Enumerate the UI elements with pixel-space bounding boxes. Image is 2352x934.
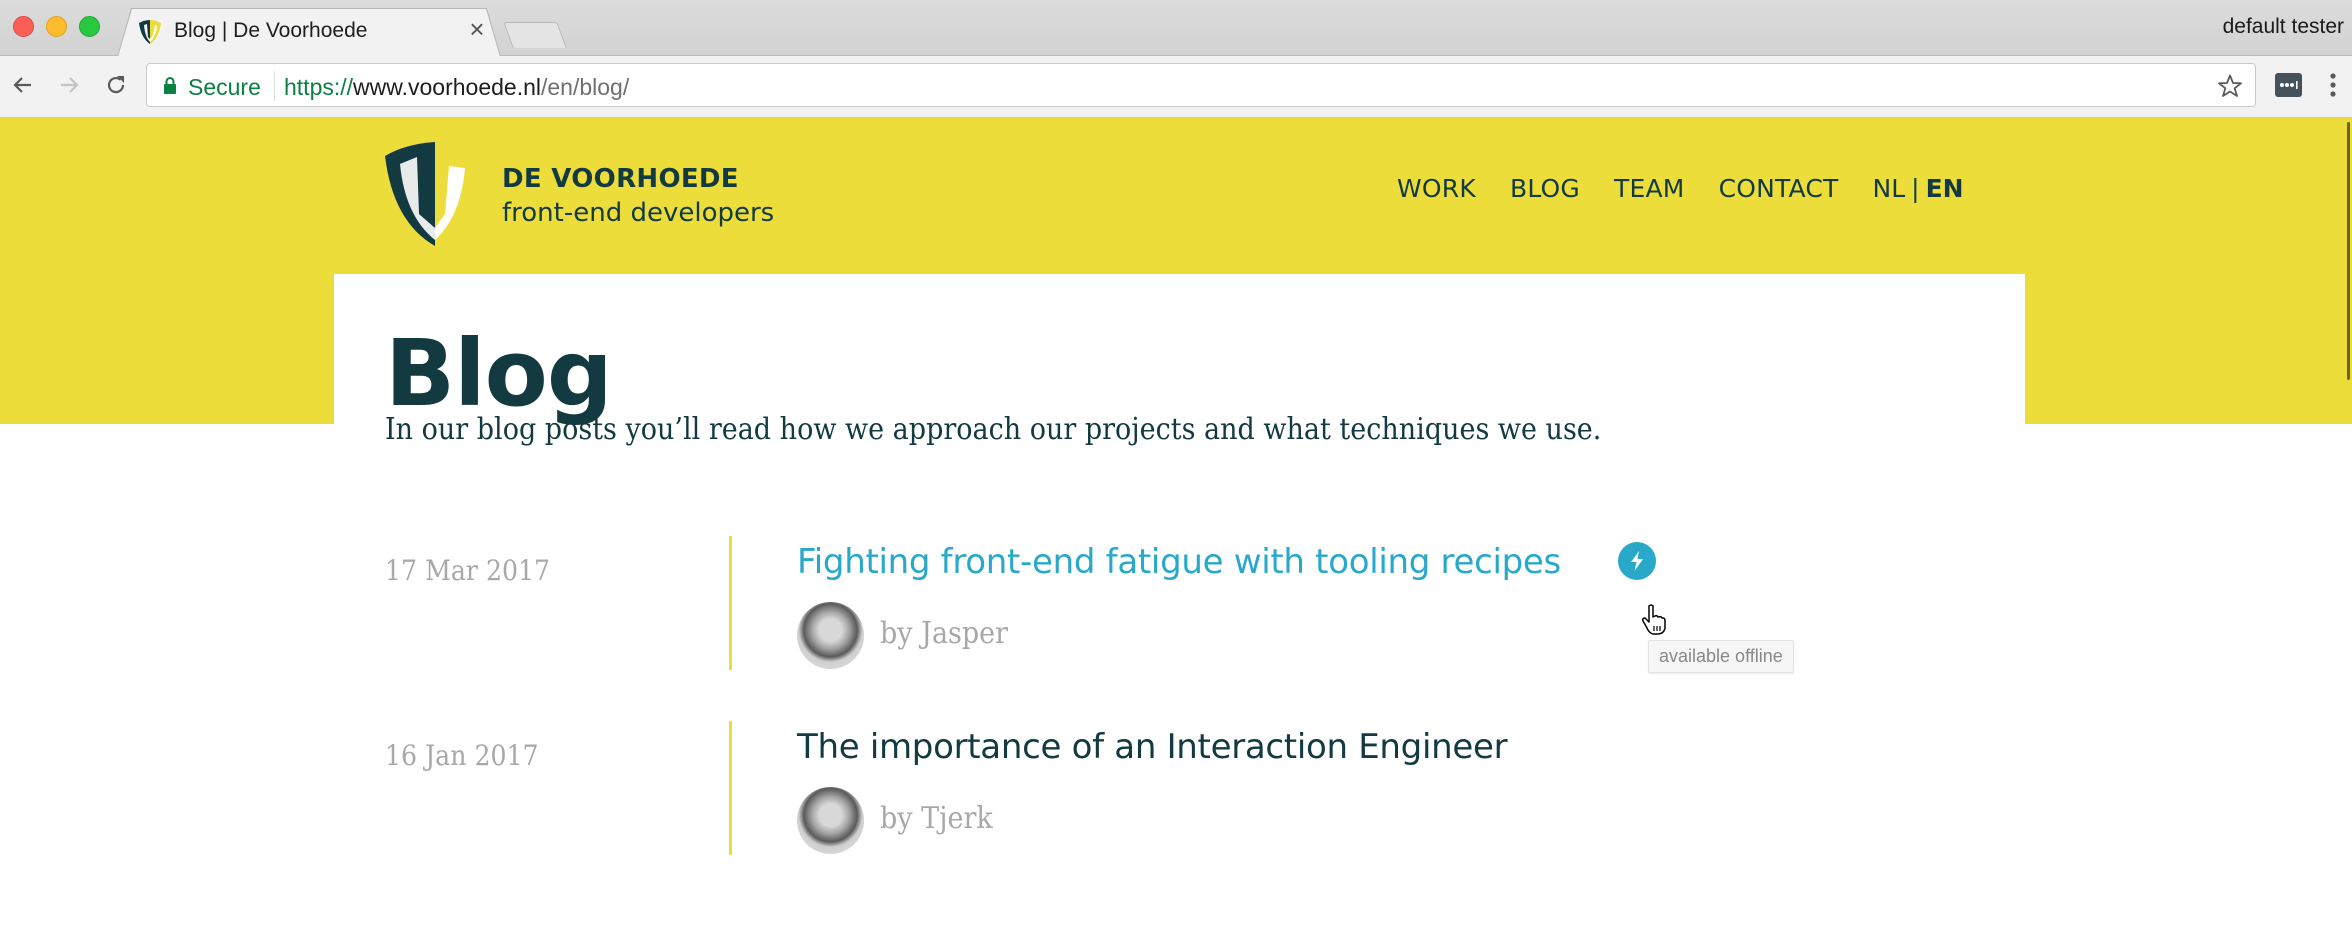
- lock-icon: [164, 77, 176, 94]
- hand-pointer-cursor-icon: [1642, 604, 1666, 635]
- author-avatar: [797, 787, 864, 854]
- nav-item-work[interactable]: WORK: [1397, 174, 1476, 203]
- tab-close-icon[interactable]: ×: [466, 16, 488, 42]
- browser-tab-bar: Blog | De Voorhoede × default tester: [0, 0, 2352, 57]
- url-path: /en/blog/: [541, 74, 630, 100]
- star-icon[interactable]: [2217, 73, 2243, 99]
- post-divider: [729, 536, 732, 670]
- blog-content-card: Blog In our blog posts you’ll read how w…: [334, 274, 2025, 934]
- post-date: 16 Jan 2017: [385, 739, 539, 772]
- page-intro: In our blog posts you’ll read how we app…: [385, 412, 1602, 447]
- language-nl[interactable]: NL: [1873, 174, 1906, 203]
- language-en[interactable]: EN: [1926, 174, 1964, 203]
- url-host: www.voorhoede.nl: [353, 74, 541, 100]
- window-close-button[interactable]: [13, 16, 34, 37]
- password-manager-icon[interactable]: [2275, 73, 2302, 97]
- nav-item-team[interactable]: TEAM: [1614, 174, 1685, 203]
- profile-name[interactable]: default tester: [2223, 15, 2344, 39]
- voorhoede-shield-icon: [139, 20, 161, 44]
- kebab-menu-icon[interactable]: [2328, 70, 2338, 100]
- language-separator: |: [1911, 174, 1920, 203]
- window-maximize-button[interactable]: [79, 16, 100, 37]
- window-minimize-button[interactable]: [46, 16, 67, 37]
- browser-toolbar: Secure https://www.voorhoede.nl/en/blog/: [0, 56, 2352, 118]
- language-switcher: NL | EN: [1873, 174, 1964, 203]
- reload-icon: [107, 76, 125, 94]
- tooltip: available offline: [1648, 640, 1794, 673]
- nav-item-contact[interactable]: CONTACT: [1719, 174, 1839, 203]
- available-offline-badge[interactable]: [1618, 542, 1656, 580]
- new-tab-button[interactable]: [503, 22, 567, 48]
- post-title-link[interactable]: Fighting front-end fatigue with tooling …: [797, 542, 1561, 582]
- main-navigation: WORK BLOG TEAM CONTACT NL | EN: [1397, 174, 1964, 203]
- forward-button[interactable]: [52, 68, 86, 102]
- page-viewport: DE VOORHOEDE front-end developers WORK B…: [0, 118, 2352, 934]
- post-title-link[interactable]: The importance of an Interaction Enginee…: [797, 727, 1508, 767]
- url-text[interactable]: https://www.voorhoede.nl/en/blog/: [284, 74, 629, 101]
- scrollbar-thumb[interactable]: [2347, 122, 2350, 380]
- arrow-right-icon: [61, 77, 79, 93]
- reload-button[interactable]: [99, 68, 133, 102]
- page-title: Blog: [385, 320, 613, 427]
- voorhoede-logo-icon[interactable]: [383, 142, 477, 246]
- brand-tagline: front-end developers: [502, 198, 775, 228]
- security-label: Secure: [188, 74, 261, 100]
- post-author: by Jasper: [880, 616, 1009, 651]
- tab-title: Blog | De Voorhoede: [174, 19, 368, 42]
- url-scheme: https://: [284, 74, 354, 100]
- address-bar[interactable]: Secure https://www.voorhoede.nl/en/blog/: [146, 63, 2256, 107]
- arrow-left-icon: [13, 77, 31, 93]
- post-date: 17 Mar 2017: [385, 554, 551, 587]
- author-avatar: [797, 602, 864, 669]
- back-button[interactable]: [6, 68, 40, 102]
- nav-item-blog[interactable]: BLOG: [1510, 174, 1580, 203]
- post-divider: [729, 721, 732, 855]
- brand-name[interactable]: DE VOORHOEDE: [502, 164, 739, 194]
- lightning-bolt-icon: [1631, 551, 1643, 571]
- post-author: by Tjerk: [880, 801, 993, 836]
- blog-post-item: 16 Jan 2017 The importance of an Interac…: [385, 721, 1985, 855]
